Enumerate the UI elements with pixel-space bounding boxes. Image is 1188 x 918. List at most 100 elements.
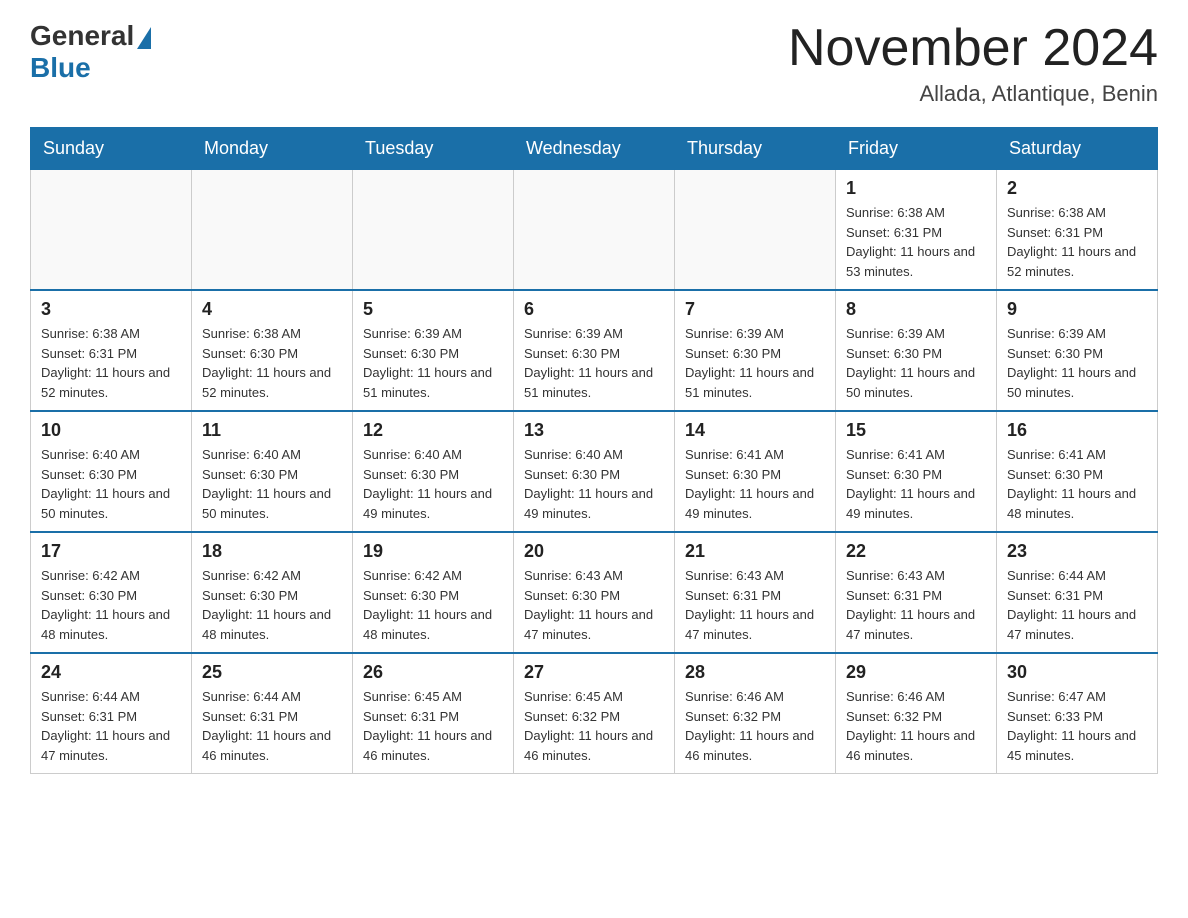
calendar-week-row: 10 Sunrise: 6:40 AM Sunset: 6:30 PM Dayli…: [31, 411, 1158, 532]
logo-general: General: [30, 20, 151, 52]
calendar-cell: 4 Sunrise: 6:38 AM Sunset: 6:30 PM Daylig…: [192, 290, 353, 411]
day-number: 14: [685, 420, 825, 441]
day-info: Sunrise: 6:47 AM Sunset: 6:33 PM Dayligh…: [1007, 687, 1147, 765]
day-number: 30: [1007, 662, 1147, 683]
day-info: Sunrise: 6:39 AM Sunset: 6:30 PM Dayligh…: [524, 324, 664, 402]
day-number: 19: [363, 541, 503, 562]
calendar-cell: 3Sunrise: 6:38 AM Sunset: 6:31 PM Daylig…: [31, 290, 192, 411]
calendar-cell: 6Sunrise: 6:39 AM Sunset: 6:30 PM Daylig…: [514, 290, 675, 411]
calendar-week-row: 3Sunrise: 6:38 AM Sunset: 6:31 PM Daylig…: [31, 290, 1158, 411]
day-info: Sunrise: 6:38 AM Sunset: 6:31 PM Dayligh…: [1007, 203, 1147, 281]
calendar-cell: 19 Sunrise: 6:42 AM Sunset: 6:30 PM Dayli…: [353, 532, 514, 653]
calendar-cell: 24Sunrise: 6:44 AM Sunset: 6:31 PM Dayli…: [31, 653, 192, 774]
day-number: 7: [685, 299, 825, 320]
day-header-sunday: Sunday: [31, 128, 192, 170]
day-info: Sunrise: 6:39 AM Sunset: 6:30 PM Dayligh…: [685, 324, 825, 402]
calendar-cell: 12 Sunrise: 6:40 AM Sunset: 6:30 PM Dayli…: [353, 411, 514, 532]
calendar-cell: 15 Sunrise: 6:41 AM Sunset: 6:30 PM Dayli…: [836, 411, 997, 532]
day-number: 21: [685, 541, 825, 562]
day-info: Sunrise: 6:41 AM Sunset: 6:30 PM Dayligh…: [1007, 445, 1147, 523]
logo: General Blue: [30, 20, 151, 84]
logo-triangle-icon: [137, 27, 151, 49]
day-info: Sunrise: 6:42 AM Sunset: 6:30 PM Dayligh…: [363, 566, 503, 644]
calendar-cell: [675, 170, 836, 291]
day-header-thursday: Thursday: [675, 128, 836, 170]
day-info: Sunrise: 6:40 AM Sunset: 6:30 PM Dayligh…: [524, 445, 664, 523]
day-number: 5: [363, 299, 503, 320]
day-info: Sunrise: 6:43 AM Sunset: 6:31 PM Dayligh…: [685, 566, 825, 644]
calendar-week-row: 1 Sunrise: 6:38 AM Sunset: 6:31 PM Daylig…: [31, 170, 1158, 291]
calendar-cell: 10Sunrise: 6:40 AM Sunset: 6:30 PM Dayli…: [31, 411, 192, 532]
day-number: 10: [41, 420, 181, 441]
calendar-cell: 25 Sunrise: 6:44 AM Sunset: 6:31 PM Dayli…: [192, 653, 353, 774]
day-number: 1: [846, 178, 986, 199]
day-header-wednesday: Wednesday: [514, 128, 675, 170]
calendar-cell: 7 Sunrise: 6:39 AM Sunset: 6:30 PM Daylig…: [675, 290, 836, 411]
day-header-saturday: Saturday: [997, 128, 1158, 170]
day-info: Sunrise: 6:39 AM Sunset: 6:30 PM Dayligh…: [846, 324, 986, 402]
day-info: Sunrise: 6:43 AM Sunset: 6:30 PM Dayligh…: [524, 566, 664, 644]
day-info: Sunrise: 6:43 AM Sunset: 6:31 PM Dayligh…: [846, 566, 986, 644]
calendar-cell: 1 Sunrise: 6:38 AM Sunset: 6:31 PM Daylig…: [836, 170, 997, 291]
day-info: Sunrise: 6:40 AM Sunset: 6:30 PM Dayligh…: [202, 445, 342, 523]
day-number: 2: [1007, 178, 1147, 199]
day-info: Sunrise: 6:41 AM Sunset: 6:30 PM Dayligh…: [685, 445, 825, 523]
calendar-cell: 5 Sunrise: 6:39 AM Sunset: 6:30 PM Daylig…: [353, 290, 514, 411]
calendar-cell: 29Sunrise: 6:46 AM Sunset: 6:32 PM Dayli…: [836, 653, 997, 774]
day-info: Sunrise: 6:44 AM Sunset: 6:31 PM Dayligh…: [41, 687, 181, 765]
day-header-monday: Monday: [192, 128, 353, 170]
day-number: 25: [202, 662, 342, 683]
calendar-week-row: 17Sunrise: 6:42 AM Sunset: 6:30 PM Dayli…: [31, 532, 1158, 653]
day-info: Sunrise: 6:46 AM Sunset: 6:32 PM Dayligh…: [846, 687, 986, 765]
day-number: 22: [846, 541, 986, 562]
calendar-cell: [514, 170, 675, 291]
calendar-cell: 11Sunrise: 6:40 AM Sunset: 6:30 PM Dayli…: [192, 411, 353, 532]
calendar-cell: 2 Sunrise: 6:38 AM Sunset: 6:31 PM Daylig…: [997, 170, 1158, 291]
day-info: Sunrise: 6:45 AM Sunset: 6:32 PM Dayligh…: [524, 687, 664, 765]
day-number: 12: [363, 420, 503, 441]
day-info: Sunrise: 6:40 AM Sunset: 6:30 PM Dayligh…: [363, 445, 503, 523]
calendar-cell: 28 Sunrise: 6:46 AM Sunset: 6:32 PM Dayli…: [675, 653, 836, 774]
day-info: Sunrise: 6:46 AM Sunset: 6:32 PM Dayligh…: [685, 687, 825, 765]
calendar-cell: 18Sunrise: 6:42 AM Sunset: 6:30 PM Dayli…: [192, 532, 353, 653]
day-info: Sunrise: 6:44 AM Sunset: 6:31 PM Dayligh…: [1007, 566, 1147, 644]
logo-blue-text: Blue: [30, 52, 91, 84]
day-number: 27: [524, 662, 664, 683]
day-info: Sunrise: 6:38 AM Sunset: 6:31 PM Dayligh…: [846, 203, 986, 281]
day-info: Sunrise: 6:41 AM Sunset: 6:30 PM Dayligh…: [846, 445, 986, 523]
logo-general-text: General: [30, 20, 134, 52]
day-number: 26: [363, 662, 503, 683]
day-info: Sunrise: 6:44 AM Sunset: 6:31 PM Dayligh…: [202, 687, 342, 765]
day-number: 13: [524, 420, 664, 441]
calendar-week-row: 24Sunrise: 6:44 AM Sunset: 6:31 PM Dayli…: [31, 653, 1158, 774]
day-info: Sunrise: 6:42 AM Sunset: 6:30 PM Dayligh…: [41, 566, 181, 644]
day-info: Sunrise: 6:39 AM Sunset: 6:30 PM Dayligh…: [1007, 324, 1147, 402]
calendar-cell: [31, 170, 192, 291]
calendar-cell: 22 Sunrise: 6:43 AM Sunset: 6:31 PM Dayli…: [836, 532, 997, 653]
day-number: 28: [685, 662, 825, 683]
calendar-cell: 21 Sunrise: 6:43 AM Sunset: 6:31 PM Dayli…: [675, 532, 836, 653]
calendar-header-row: SundayMondayTuesdayWednesdayThursdayFrid…: [31, 128, 1158, 170]
day-number: 16: [1007, 420, 1147, 441]
page-header: General Blue November 2024 Allada, Atlan…: [30, 20, 1158, 107]
calendar-cell: 8 Sunrise: 6:39 AM Sunset: 6:30 PM Daylig…: [836, 290, 997, 411]
calendar-cell: 23Sunrise: 6:44 AM Sunset: 6:31 PM Dayli…: [997, 532, 1158, 653]
day-info: Sunrise: 6:38 AM Sunset: 6:30 PM Dayligh…: [202, 324, 342, 402]
title-section: November 2024 Allada, Atlantique, Benin: [788, 20, 1158, 107]
day-number: 3: [41, 299, 181, 320]
calendar-cell: 9Sunrise: 6:39 AM Sunset: 6:30 PM Daylig…: [997, 290, 1158, 411]
calendar-title: November 2024: [788, 20, 1158, 77]
calendar-cell: [192, 170, 353, 291]
day-number: 8: [846, 299, 986, 320]
day-number: 15: [846, 420, 986, 441]
day-number: 20: [524, 541, 664, 562]
calendar-cell: [353, 170, 514, 291]
day-number: 18: [202, 541, 342, 562]
calendar-subtitle: Allada, Atlantique, Benin: [788, 81, 1158, 107]
calendar-cell: 20 Sunrise: 6:43 AM Sunset: 6:30 PM Dayli…: [514, 532, 675, 653]
day-number: 4: [202, 299, 342, 320]
calendar-cell: 30 Sunrise: 6:47 AM Sunset: 6:33 PM Dayli…: [997, 653, 1158, 774]
calendar-cell: 14 Sunrise: 6:41 AM Sunset: 6:30 PM Dayli…: [675, 411, 836, 532]
calendar-cell: 27 Sunrise: 6:45 AM Sunset: 6:32 PM Dayli…: [514, 653, 675, 774]
day-info: Sunrise: 6:39 AM Sunset: 6:30 PM Dayligh…: [363, 324, 503, 402]
